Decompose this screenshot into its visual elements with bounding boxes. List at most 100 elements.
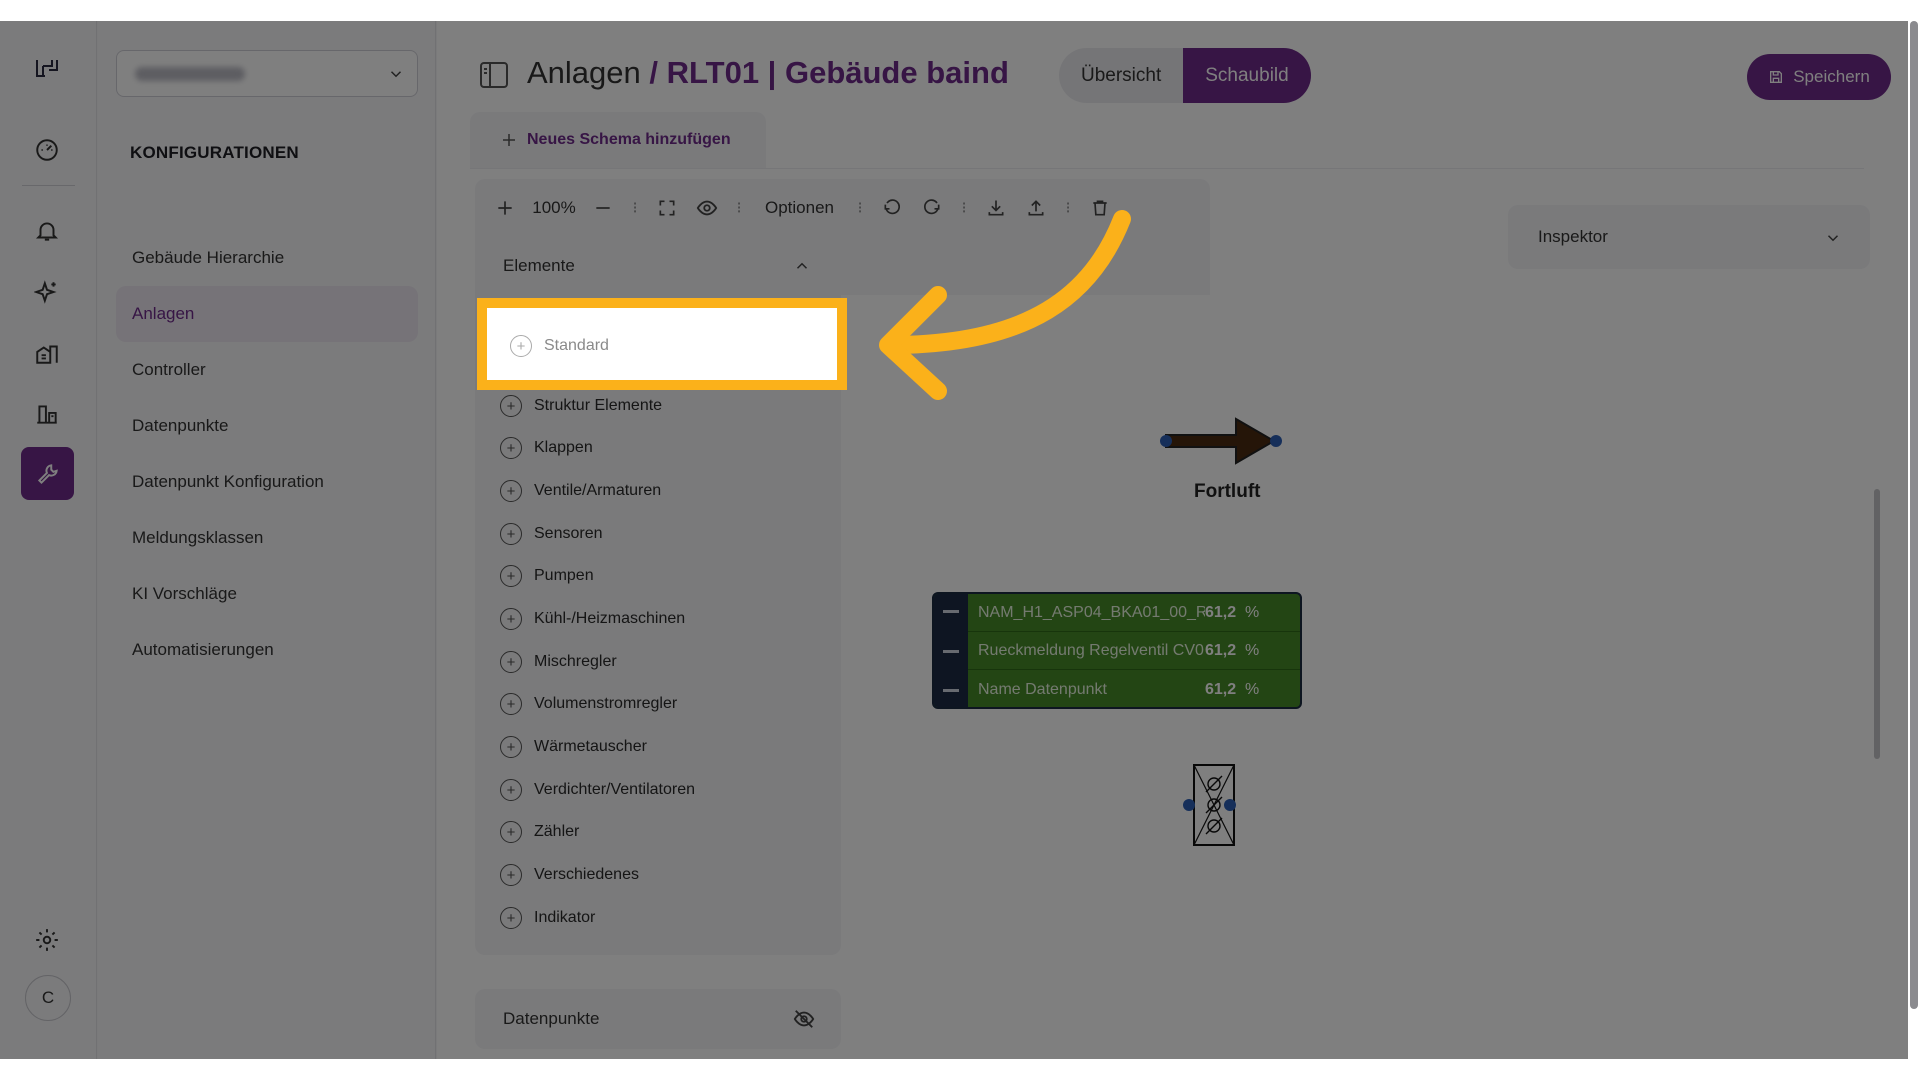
visibility-button[interactable] <box>687 188 727 228</box>
element-category-label: Struktur Elemente <box>534 397 663 414</box>
tab-diagram[interactable]: Schaubild <box>1183 48 1311 103</box>
element-category-label: Kühl-/Heizmaschinen <box>534 610 686 627</box>
element-category-kuehl-heizmaschinen[interactable]: + Kühl-/Heizmaschinen <box>500 603 685 635</box>
inspector-title: Inspektor <box>1538 227 1608 246</box>
avatar-initial: C <box>41 988 55 1007</box>
element-category-sensoren[interactable]: + Sensoren <box>500 518 603 550</box>
toolbar-separator: ⁝ <box>736 200 742 217</box>
elements-title: Elemente <box>503 256 575 275</box>
element-category-label: Verschiedenes <box>534 866 639 883</box>
inspector-panel[interactable]: Inspektor <box>1508 205 1870 269</box>
page-scrollbar-thumb[interactable] <box>1910 21 1918 1009</box>
save-button[interactable]: Speichern <box>1747 54 1891 100</box>
bell-icon[interactable] <box>27 211 67 251</box>
plus-circle-icon: + <box>500 779 522 801</box>
plus-circle-icon: + <box>500 523 522 545</box>
nav-item-ki-vorschlaege[interactable]: KI Vorschläge <box>116 566 418 622</box>
plus-circle-icon: + <box>500 480 522 502</box>
icon-rail: C <box>0 21 97 1059</box>
wrench-icon[interactable] <box>21 447 74 500</box>
table-row[interactable]: Rueckmeldung Regelventil CV0... 61,2 % <box>968 632 1300 670</box>
element-category-indikator[interactable]: + Indikator <box>500 902 595 934</box>
plus-circle-icon: + <box>500 437 522 459</box>
connector-handle[interactable] <box>1183 799 1195 811</box>
plus-circle-icon: + <box>500 736 522 758</box>
nav-item-datenpunkt-konfiguration[interactable]: Datenpunkt Konfiguration <box>116 454 418 510</box>
fit-view-button[interactable] <box>647 188 687 228</box>
eye-off-icon[interactable] <box>793 1008 815 1030</box>
element-category-struktur[interactable]: + Struktur Elemente <box>500 390 662 422</box>
user-avatar[interactable]: C <box>25 975 71 1021</box>
app-window: C KONFIGURATIONEN Gebäude Hierarchie Anl… <box>0 21 1920 1059</box>
plus-circle-icon: + <box>500 608 522 630</box>
element-category-label: Wärmetauscher <box>534 738 647 755</box>
datapoint-unit: % <box>1245 681 1260 698</box>
logo-icon[interactable] <box>27 49 67 89</box>
page-scrollbar[interactable] <box>1908 21 1920 1059</box>
datapoint-name: Name Datenpunkt <box>978 681 1107 698</box>
datapoint-unit: % <box>1245 641 1260 659</box>
element-category-zaehler[interactable]: + Zähler <box>500 816 579 848</box>
datapoints-panel[interactable]: Datenpunkte <box>475 989 841 1049</box>
tab-overview[interactable]: Übersicht <box>1059 48 1183 103</box>
element-category-ventile[interactable]: + Ventile/Armaturen <box>500 475 661 507</box>
datapoint-unit: % <box>1245 603 1260 621</box>
fullscreen-icon <box>659 200 675 216</box>
plus-circle-icon: + <box>500 565 522 587</box>
element-category-standard-highlighted[interactable]: + Standard <box>510 330 609 362</box>
connector-handle[interactable] <box>1270 435 1282 447</box>
add-schema-tab[interactable]: Neues Schema hinzufügen <box>470 112 766 168</box>
zoom-out-button[interactable] <box>583 188 623 228</box>
nav-item-meldungsklassen[interactable]: Meldungsklassen <box>116 510 418 566</box>
element-category-label: Klappen <box>534 439 593 456</box>
zoom-in-button[interactable] <box>485 188 525 228</box>
nav-item-gebaeude-hierarchie[interactable]: Gebäude Hierarchie <box>116 230 418 286</box>
dashboard-icon[interactable] <box>27 130 67 170</box>
minus-icon <box>596 207 610 209</box>
sidebar-toggle-icon[interactable] <box>479 61 509 89</box>
toolbar-separator: ⁝ <box>632 200 638 217</box>
element-category-klappen[interactable]: + Klappen <box>500 432 593 464</box>
connector-handle[interactable] <box>1160 435 1172 447</box>
element-category-volumenstromregler[interactable]: + Volumenstromregler <box>500 688 677 720</box>
nav-item-controller[interactable]: Controller <box>116 342 418 398</box>
datapoint-table[interactable]: NAM_H1_ASP04_BKA01_00_R... 61,2 % Rueckm… <box>932 592 1302 709</box>
chevron-down-icon <box>390 71 402 78</box>
element-category-waermetauscher[interactable]: + Wärmetauscher <box>500 731 647 763</box>
chevron-down-icon <box>1827 235 1839 242</box>
breadcrumb-current: RLT01 | Gebäude baind <box>666 55 1009 90</box>
datapoints-title: Datenpunkte <box>503 1009 600 1028</box>
sparkles-icon[interactable] <box>27 272 67 312</box>
devices-icon[interactable] <box>27 394 67 434</box>
buildings-icon[interactable] <box>27 333 67 373</box>
element-category-mischregler[interactable]: + Mischregler <box>500 646 617 678</box>
table-row[interactable]: Name Datenpunkt 61,2 % <box>968 671 1300 707</box>
nav-item-anlagen[interactable]: Anlagen <box>116 286 418 342</box>
nav-item-automatisierungen[interactable]: Automatisierungen <box>116 622 418 678</box>
plus-circle-icon: + <box>500 651 522 673</box>
heat-exchanger-symbol[interactable] <box>1181 762 1237 848</box>
exhaust-air-arrow[interactable] <box>1156 411 1286 471</box>
options-button[interactable]: Optionen <box>751 188 848 228</box>
drag-handles[interactable] <box>934 594 968 707</box>
breadcrumb-root[interactable]: Anlagen <box>527 55 641 90</box>
element-category-label: Pumpen <box>534 567 594 584</box>
settings-icon[interactable] <box>27 920 67 960</box>
building-select[interactable] <box>116 50 418 97</box>
zoom-level: 100% <box>532 198 576 217</box>
connector-handle[interactable] <box>1224 799 1236 811</box>
save-label: Speichern <box>1793 67 1870 86</box>
blurred-selection <box>135 67 245 81</box>
element-category-verdichter[interactable]: + Verdichter/Ventilatoren <box>500 774 695 806</box>
nav-item-datenpunkte[interactable]: Datenpunkte <box>116 398 418 454</box>
plus-icon <box>503 134 515 146</box>
plus-circle-icon: + <box>500 864 522 886</box>
section-title: KONFIGURATIONEN <box>130 143 299 162</box>
element-category-label: Indikator <box>534 909 596 926</box>
canvas-scrollbar[interactable] <box>1874 489 1880 759</box>
datapoint-name: Rueckmeldung Regelventil CV0... <box>978 641 1205 659</box>
element-category-pumpen[interactable]: + Pumpen <box>500 560 594 592</box>
element-category-label: Mischregler <box>534 653 617 670</box>
element-category-verschiedenes[interactable]: + Verschiedenes <box>500 859 639 891</box>
table-row[interactable]: NAM_H1_ASP04_BKA01_00_R... 61,2 % <box>968 594 1300 632</box>
